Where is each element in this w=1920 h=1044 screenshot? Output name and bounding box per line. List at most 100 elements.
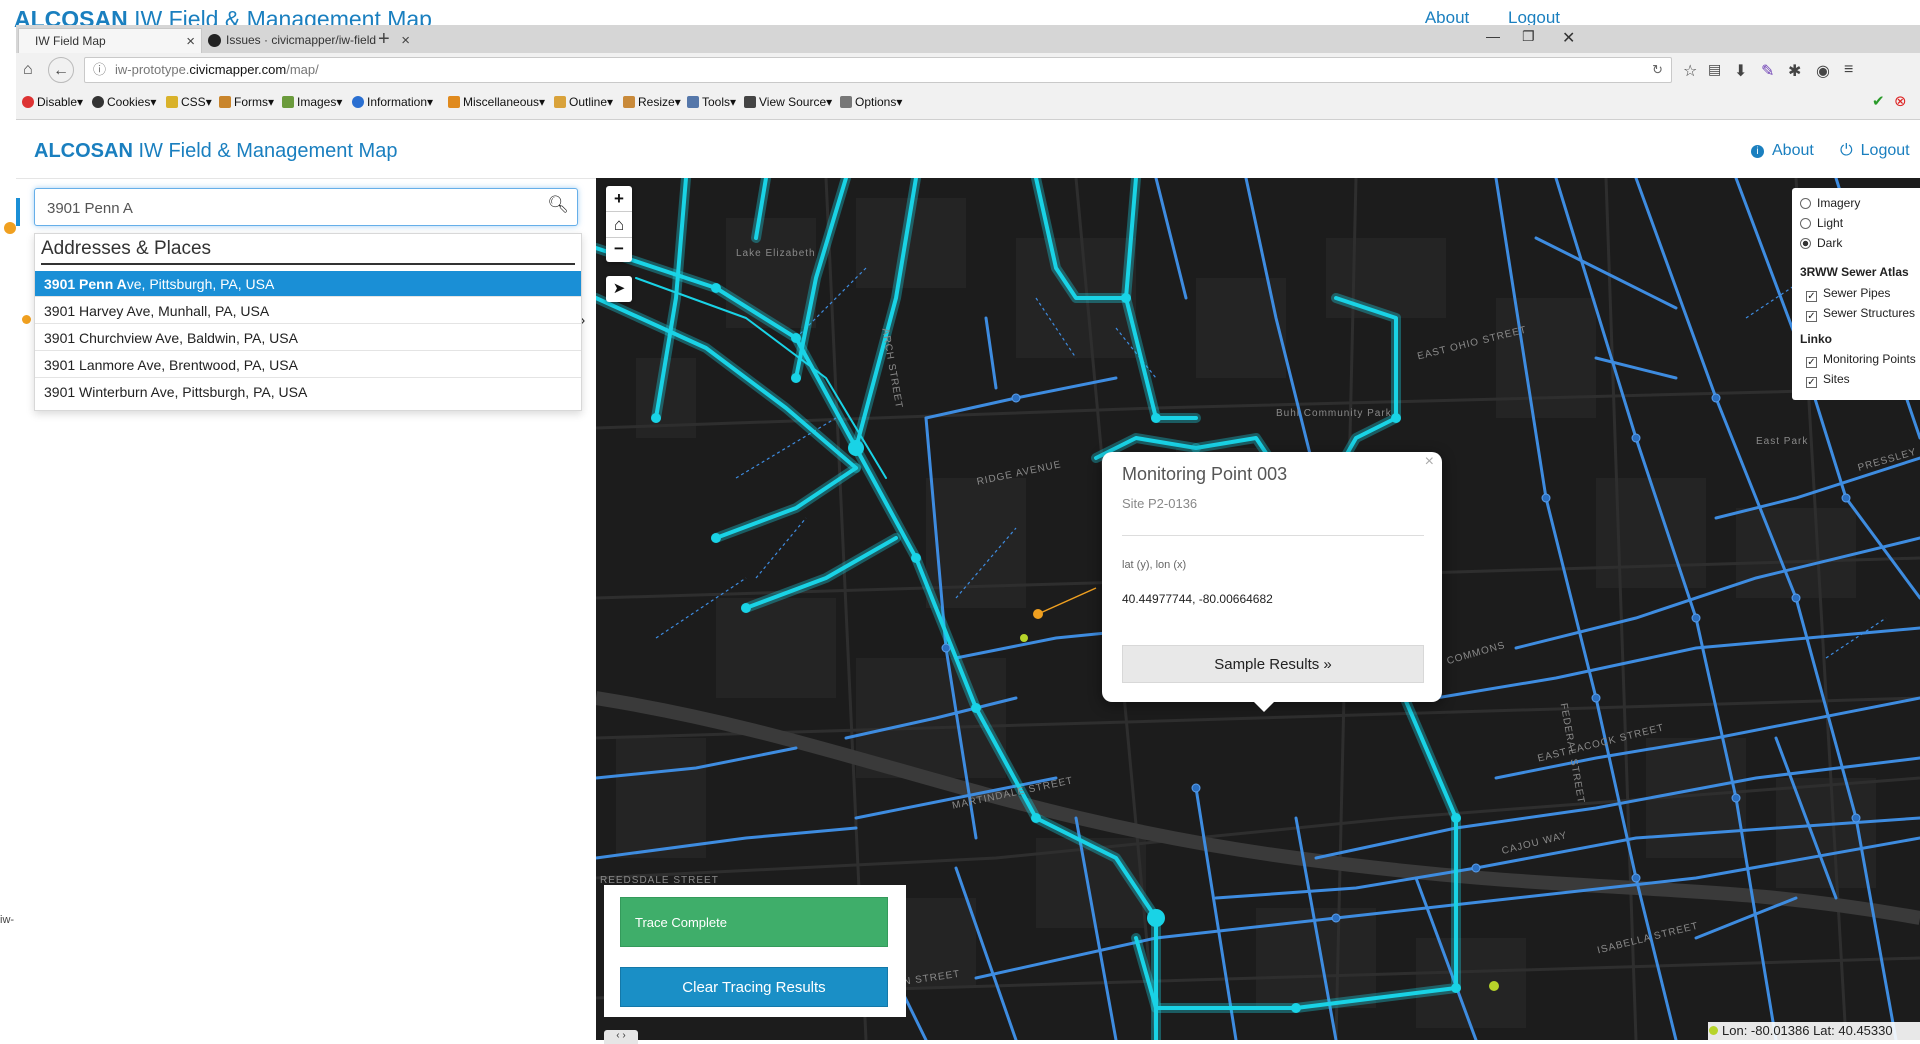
zoom-control: + ⌂ − <box>606 186 632 262</box>
popup-subtitle: Site P2-0136 <box>1122 496 1198 511</box>
home-extent-icon[interactable]: ⌂ <box>606 211 632 238</box>
cookies-icon <box>92 96 104 108</box>
address-bar[interactable]: ⓘ iw-prototype.civicmapper.com/map/ ↻ <box>84 57 1672 83</box>
collapse-toggle[interactable]: ‹ › <box>604 1030 638 1044</box>
search-result-item[interactable]: 3901 Winterburn Ave, Pittsburgh, PA, USA <box>35 379 581 405</box>
zoom-in-button[interactable]: + <box>606 186 632 211</box>
layer-group-sewer-atlas: 3RWW Sewer Atlas <box>1800 265 1909 279</box>
app-title[interactable]: ALCOSAN IW Field & Management Map <box>34 140 397 163</box>
layer-sites[interactable]: ✓ Sites <box>1806 372 1850 388</box>
address-search: 🔍︎ <box>34 188 578 226</box>
home-icon[interactable]: ⌂ <box>23 61 33 79</box>
basemap-imagery[interactable]: Imagery <box>1800 196 1860 210</box>
browser-chrome: IW Field Map × Issues · civicmapper/iw-f… <box>16 25 1920 120</box>
site-marker[interactable] <box>1489 981 1499 991</box>
outline-icon <box>554 96 566 108</box>
sidebar-edge-accent <box>16 198 20 226</box>
layer-group-linko: Linko <box>1800 332 1832 346</box>
app-header: ALCOSAN IW Field & Management Map i About… <box>16 120 1920 179</box>
devbar-resize[interactable]: Resize▾ <box>623 88 681 116</box>
map-label: Buhl Community Park <box>1276 408 1392 419</box>
devbar-outline[interactable]: Outline▾ <box>554 88 613 116</box>
about-link[interactable]: i About <box>1751 142 1814 160</box>
layer-sewer-structures[interactable]: ✓ Sewer Structures <box>1806 306 1915 322</box>
checkbox-checked-icon[interactable]: ✓ <box>1806 291 1817 302</box>
devbar-tools[interactable]: Tools▾ <box>687 88 736 116</box>
devbar-images[interactable]: Images▾ <box>282 88 342 116</box>
coordinate-label: lat (y), lon (x) <box>1122 559 1187 571</box>
devbar-css[interactable]: CSS▾ <box>166 88 212 116</box>
search-input[interactable] <box>45 195 529 221</box>
basemap-dark[interactable]: Dark <box>1800 236 1842 250</box>
menu-icon[interactable]: ≡ <box>1844 61 1853 79</box>
options-icon <box>840 96 852 108</box>
images-icon <box>282 96 294 108</box>
addon-icon[interactable]: ◉ <box>1816 61 1830 81</box>
close-icon[interactable]: × <box>1425 453 1434 471</box>
search-results-dropdown: Addresses & Places 3901 Penn Ave, Pittsb… <box>34 233 582 411</box>
popup-title: Monitoring Point 003 <box>1122 464 1288 484</box>
map-label: Lake Elizabeth <box>736 248 816 259</box>
devbar-cookies[interactable]: Cookies▾ <box>92 88 156 116</box>
devbar-miscellaneous[interactable]: Miscellaneous▾ <box>448 88 545 116</box>
forms-icon <box>219 96 231 108</box>
web-developer-toolbar: Disable▾ Cookies▾ CSS▾ Forms▾ Images▾ In… <box>16 88 1920 116</box>
window-close-icon[interactable]: ✕ <box>1562 28 1575 48</box>
layer-sewer-pipes[interactable]: ✓ Sewer Pipes <box>1806 286 1890 302</box>
disable-icon <box>22 96 34 108</box>
site-marker[interactable] <box>1020 634 1028 642</box>
wrench-icon[interactable]: ✱ <box>1788 61 1801 81</box>
layer-monitoring-points[interactable]: ✓ Monitoring Points <box>1806 352 1916 368</box>
tab-iw-field-map[interactable]: IW Field Map × <box>18 28 202 53</box>
resize-icon <box>623 96 635 108</box>
new-tab-button[interactable]: + <box>378 28 390 51</box>
cursor-coordinates: Lon: -80.01386 Lat: 40.45330 <box>1708 1022 1920 1040</box>
radio-selected-icon[interactable] <box>1800 238 1811 249</box>
power-icon: ⏻ <box>1840 142 1853 159</box>
bookmark-star-icon[interactable]: ☆ <box>1683 61 1697 81</box>
devbar-disable[interactable]: Disable▾ <box>22 88 83 116</box>
search-result-item[interactable]: 3901 Churchview Ave, Baldwin, PA, USA <box>35 325 581 351</box>
clear-tracing-button[interactable]: Clear Tracing Results <box>620 967 888 1007</box>
search-result-item[interactable]: 3901 Harvey Ave, Munhall, PA, USA <box>35 298 581 324</box>
back-icon[interactable]: ← <box>48 57 74 83</box>
checkbox-checked-icon[interactable]: ✓ <box>1806 357 1817 368</box>
checkbox-checked-icon[interactable]: ✓ <box>1806 311 1817 322</box>
download-icon[interactable]: ⬇ <box>1734 61 1747 81</box>
trace-status-alert: Trace Complete <box>620 897 888 947</box>
info-icon: i <box>1751 145 1764 158</box>
search-icon[interactable]: 🔍︎ <box>547 195 569 215</box>
information-icon <box>352 96 364 108</box>
zoom-out-button[interactable]: − <box>606 236 632 261</box>
minimize-icon[interactable]: — <box>1486 28 1500 44</box>
tab-label: Issues · civicmapper/iw-field <box>226 33 377 47</box>
sidebar-marker-icon <box>22 315 31 324</box>
sidebar-marker-icon <box>4 222 16 234</box>
eyedropper-icon[interactable]: ✎ <box>1761 61 1774 81</box>
url-text: iw-prototype.civicmapper.com/map/ <box>115 62 319 77</box>
close-tab-icon[interactable]: × <box>401 28 410 53</box>
validation-error-icon[interactable]: ⊗ <box>1894 88 1907 116</box>
radio-icon[interactable] <box>1800 218 1811 229</box>
sample-results-button[interactable]: Sample Results » <box>1122 645 1424 683</box>
restore-icon[interactable]: ❐ <box>1522 28 1535 45</box>
edge-text: iw- <box>0 914 15 926</box>
devbar-information[interactable]: Information▾ <box>352 88 433 116</box>
radio-icon[interactable] <box>1800 198 1811 209</box>
checkbox-checked-icon[interactable]: ✓ <box>1806 377 1817 388</box>
basemap-light[interactable]: Light <box>1800 216 1843 230</box>
locate-me-icon[interactable]: ➤ <box>606 276 632 302</box>
devbar-forms[interactable]: Forms▾ <box>219 88 274 116</box>
search-result-item[interactable]: 3901 Penn Ave, Pittsburgh, PA, USA <box>35 271 581 297</box>
search-result-item[interactable]: 3901 Lanmore Ave, Brentwood, PA, USA <box>35 352 581 378</box>
close-tab-icon[interactable]: × <box>186 29 195 54</box>
logout-link[interactable]: ⏻ Logout <box>1840 142 1910 160</box>
devbar-view-source[interactable]: View Source▾ <box>744 88 832 116</box>
trace-panel: Trace Complete Clear Tracing Results <box>604 885 906 1017</box>
reload-icon[interactable]: ↻ <box>1652 58 1663 82</box>
site-info-icon[interactable]: ⓘ <box>93 58 106 82</box>
validation-ok-icon[interactable]: ✔ <box>1872 88 1885 116</box>
devbar-options[interactable]: Options▾ <box>840 88 902 116</box>
reading-list-icon[interactable]: ▤ <box>1708 61 1721 78</box>
tab-label: IW Field Map <box>35 34 106 48</box>
